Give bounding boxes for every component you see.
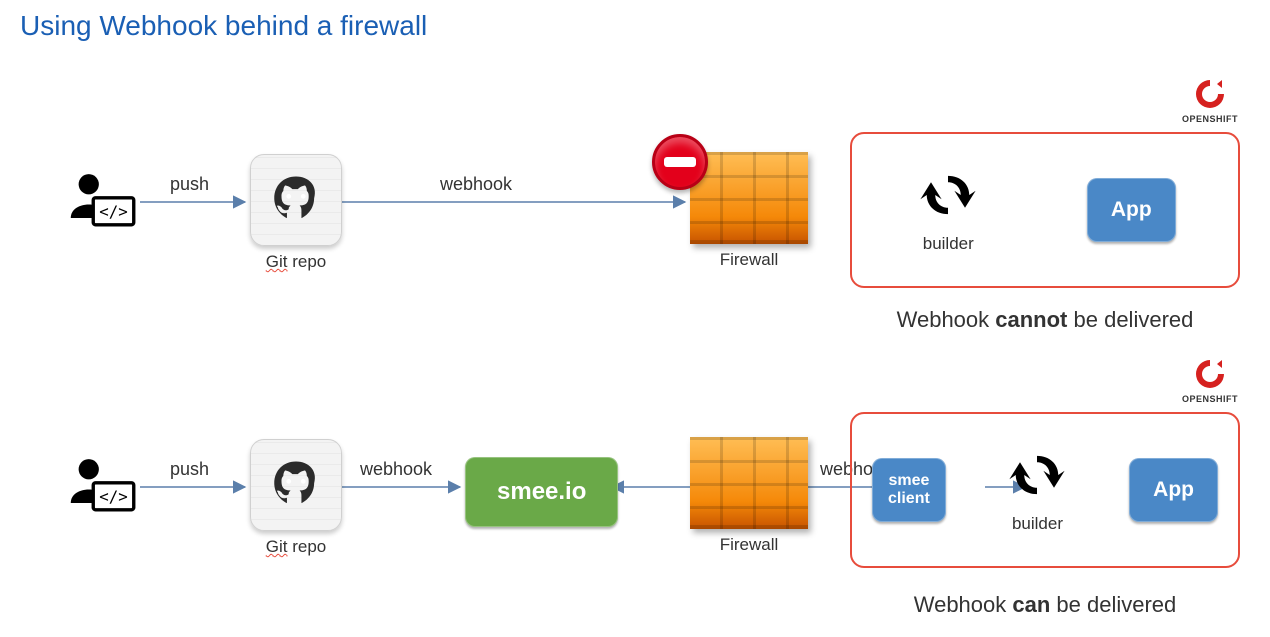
firewall-icon — [690, 152, 808, 244]
developer-icon: </> — [60, 457, 140, 517]
smee-client-box: smee client — [872, 458, 946, 521]
git-repo-label-bottom: Git repo — [250, 537, 342, 557]
builder-label-top: builder — [914, 234, 982, 254]
smee-client-l1: smee — [888, 472, 929, 489]
caption-cannot-post: be delivered — [1067, 307, 1193, 332]
caption-can: Webhook can be delivered — [850, 592, 1240, 618]
svg-text:</>: </> — [99, 202, 127, 221]
arrow-webhook-label-top: webhook — [439, 174, 513, 194]
firewall-icon — [690, 437, 808, 529]
openshift-text: OPENSHIFT — [1182, 394, 1238, 404]
caption-cannot-pre: Webhook — [897, 307, 996, 332]
caption-cannot-strong: cannot — [995, 307, 1067, 332]
builder-label-bottom: builder — [1003, 514, 1071, 534]
git-underline: Git — [266, 537, 288, 556]
caption-can-pre: Webhook — [914, 592, 1013, 617]
openshift-text: OPENSHIFT — [1182, 114, 1238, 124]
firewall-node-top: Firewall — [690, 152, 808, 270]
smee-service-box: smee.io — [465, 457, 618, 527]
openshift-cluster-top: OPENSHIFT builder App — [850, 132, 1240, 288]
diagram-blocked: push webhook </> Git repo — [20, 72, 1250, 337]
caption-can-post: be delivered — [1050, 592, 1176, 617]
firewall-label-bottom: Firewall — [690, 535, 808, 555]
openshift-logo-top: OPENSHIFT — [1182, 76, 1238, 124]
caption-can-strong: can — [1012, 592, 1050, 617]
developer-node-bottom: </> — [60, 457, 140, 517]
svg-text:</>: </> — [99, 487, 127, 506]
git-repo-suffix: repo — [287, 252, 326, 271]
firewall-label-top: Firewall — [690, 250, 808, 270]
developer-node-top: </> — [60, 172, 140, 232]
arrow-push-label-top: push — [170, 174, 209, 194]
developer-icon: </> — [60, 172, 140, 232]
git-repo-node-bottom: Git repo — [250, 439, 342, 557]
git-repo-node-top: Git repo — [250, 154, 342, 272]
openshift-cluster-bottom: OPENSHIFT smee client builder App — [850, 412, 1240, 568]
app-box-bottom: App — [1129, 458, 1218, 521]
git-repo-suffix: repo — [287, 537, 326, 556]
smee-client-l2: client — [888, 490, 930, 507]
app-box-top: App — [1087, 178, 1176, 241]
caption-cannot: Webhook cannot be delivered — [850, 307, 1240, 333]
arrow-push-label-bottom: push — [170, 459, 209, 479]
builder-node-top: builder — [914, 167, 982, 254]
diagram-smee: push webhook webhook </> — [20, 357, 1250, 622]
firewall-node-bottom: Firewall — [690, 437, 808, 555]
github-icon — [250, 439, 342, 531]
builder-node-bottom: builder — [1003, 447, 1071, 534]
page-title: Using Webhook behind a firewall — [20, 10, 1250, 42]
git-underline: Git — [266, 252, 288, 271]
smee-service-node: smee.io — [465, 457, 618, 527]
no-entry-icon — [652, 134, 708, 190]
openshift-logo-bottom: OPENSHIFT — [1182, 356, 1238, 404]
arrow-webhook-to-smee-label: webhook — [359, 459, 433, 479]
git-repo-label-top: Git repo — [250, 252, 342, 272]
github-icon — [250, 154, 342, 246]
